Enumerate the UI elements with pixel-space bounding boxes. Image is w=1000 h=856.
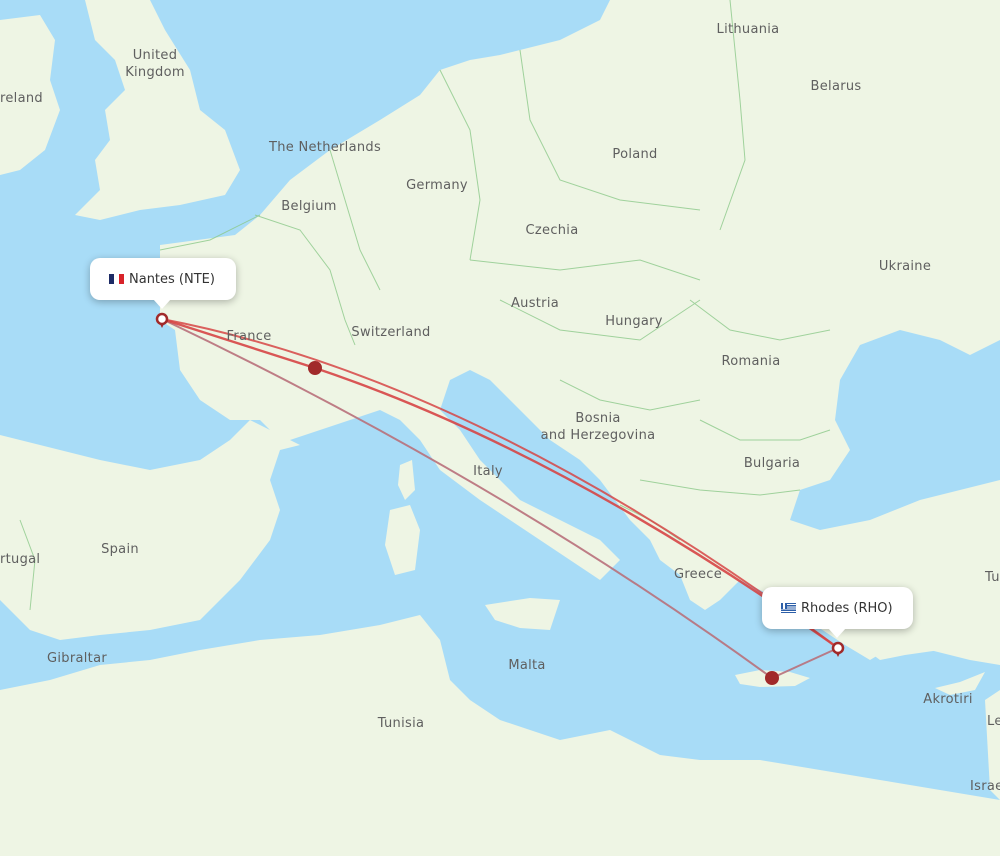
label-spain: Spain bbox=[101, 542, 139, 557]
label-austria: Austria bbox=[511, 296, 559, 311]
label-belgium: Belgium bbox=[281, 199, 336, 214]
label-turkey: Tu bbox=[984, 570, 1000, 585]
label-gibraltar: Gibraltar bbox=[47, 651, 107, 666]
label-lebanon: Le bbox=[987, 714, 1000, 729]
label-ireland: reland bbox=[0, 91, 43, 106]
label-israel: Israe bbox=[970, 779, 1000, 794]
label-switzerland: Switzerland bbox=[351, 325, 430, 340]
origin-airport-callout[interactable]: Nantes (NTE) bbox=[90, 258, 236, 309]
label-greece: Greece bbox=[674, 567, 722, 582]
label-malta: Malta bbox=[508, 658, 545, 673]
label-hungary: Hungary bbox=[605, 314, 663, 329]
label-germany: Germany bbox=[406, 178, 468, 193]
label-bulgaria: Bulgaria bbox=[744, 456, 800, 471]
label-belarus: Belarus bbox=[811, 79, 862, 94]
label-portugal: rtugal bbox=[0, 552, 40, 567]
origin-airport-label: Nantes (NTE) bbox=[129, 271, 215, 287]
france-flag-icon bbox=[109, 274, 124, 284]
label-the-netherlands: The Netherlands bbox=[268, 140, 381, 155]
label-tunisia: Tunisia bbox=[377, 716, 425, 731]
label-akrotiri: Akrotiri bbox=[923, 692, 973, 707]
route-map[interactable]: United Kingdom reland The Netherlands Bel… bbox=[0, 0, 1000, 856]
label-france: France bbox=[226, 329, 271, 344]
greece-flag-icon bbox=[781, 603, 796, 613]
label-poland: Poland bbox=[612, 147, 657, 162]
destination-airport-callout[interactable]: Rhodes (RHO) bbox=[762, 587, 913, 638]
label-ukraine: Ukraine bbox=[879, 259, 931, 274]
label-lithuania: Lithuania bbox=[717, 22, 780, 37]
label-czechia: Czechia bbox=[526, 223, 579, 238]
destination-airport-label: Rhodes (RHO) bbox=[801, 600, 893, 616]
stopover-marker-crete[interactable] bbox=[765, 671, 779, 685]
label-italy: Italy bbox=[473, 464, 503, 479]
stopover-marker-lyon[interactable] bbox=[308, 361, 322, 375]
label-romania: Romania bbox=[722, 354, 781, 369]
